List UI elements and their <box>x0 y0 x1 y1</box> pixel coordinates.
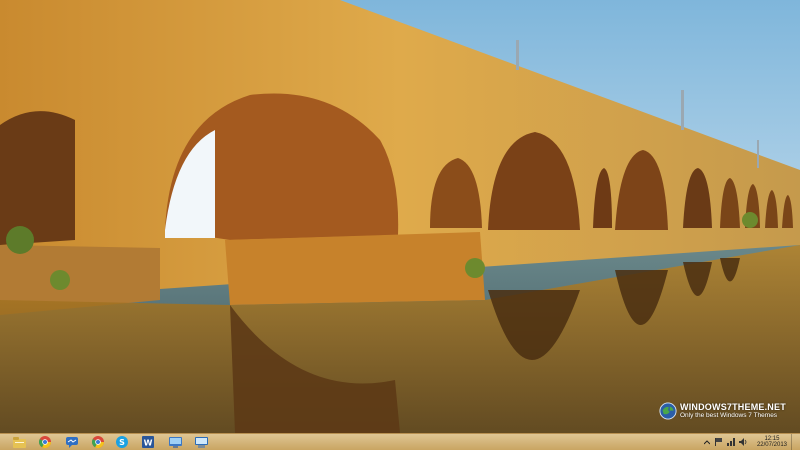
chrome-icon <box>92 436 104 448</box>
file-explorer-button[interactable] <box>9 435 29 449</box>
messenger-icon <box>66 436 78 448</box>
watermark-subtitle: Only the best Windows 7 Themes <box>680 411 778 419</box>
display-settings-icon <box>194 436 208 448</box>
word-button[interactable]: W <box>138 435 158 449</box>
action-center-flag-icon[interactable] <box>715 438 724 447</box>
control-panel-button[interactable] <box>165 435 185 449</box>
chrome-icon <box>39 436 51 448</box>
file-explorer-icon <box>12 436 26 448</box>
control-panel-icon <box>168 436 182 448</box>
svg-text:W: W <box>144 439 153 448</box>
wallpaper <box>0 0 800 433</box>
chrome-button-2[interactable] <box>88 435 108 449</box>
system-tray: 12:15 22/07/2013 <box>703 434 796 450</box>
show-desktop-button[interactable] <box>791 434 796 450</box>
watermark-title: WINDOWS7THEME.NET <box>680 401 786 412</box>
clock[interactable]: 12:15 22/07/2013 <box>757 436 787 448</box>
desktop[interactable]: WINDOWS7THEME.NET Only the best Windows … <box>0 0 800 433</box>
display-settings-button[interactable] <box>191 435 211 449</box>
svg-text:S: S <box>119 438 125 447</box>
skype-icon: S <box>116 436 128 448</box>
show-hidden-icons-arrow-icon[interactable] <box>703 438 712 447</box>
messenger-button[interactable] <box>62 435 82 449</box>
chrome-button[interactable] <box>35 435 55 449</box>
word-icon: W <box>142 436 154 448</box>
taskbar: S W 12:15 22/07/2013 <box>0 433 800 450</box>
volume-icon[interactable] <box>738 438 748 447</box>
clock-date: 22/07/2013 <box>756 442 787 448</box>
skype-button[interactable]: S <box>112 435 132 449</box>
watermark: WINDOWS7THEME.NET Only the best Windows … <box>659 401 786 421</box>
network-icon[interactable] <box>726 438 736 447</box>
globe-icon <box>659 402 677 420</box>
